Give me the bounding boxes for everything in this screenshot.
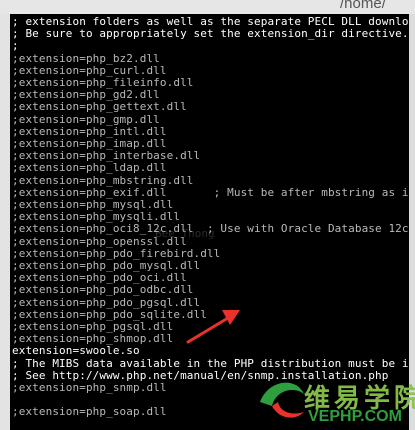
- terminal-line: ;extension=php_soap.dll: [12, 405, 167, 419]
- terminal-line: ;extension=php_pdo_firebird.dll: [12, 246, 221, 260]
- terminal-line: ;extension=php_mbstring.dll: [12, 173, 194, 187]
- terminal-line: ;extension=php_intl.dll: [12, 124, 167, 138]
- watermark-english-text: VEPHP.COM: [308, 408, 402, 425]
- window-path: /home/: [340, 0, 386, 12]
- terminal-line: ; extension folders as well as the separ…: [12, 15, 415, 28]
- terminal-line: ;extension=php_gd2.dll: [12, 88, 160, 102]
- terminal-line: ;extension=php_mysqli.dll: [12, 210, 181, 224]
- terminal-line: ;extension=php_shmop.dll: [12, 332, 174, 346]
- terminal-line: ;extension=php_pdo_pgsql.dll: [12, 295, 201, 309]
- terminal-line: ; Be sure to appropriately set the exten…: [12, 27, 409, 41]
- terminal-line: ;extension=php_pdo_oci.dll: [12, 271, 187, 285]
- terminal-line: ;extension=php_openssl.dll: [12, 234, 187, 248]
- terminal-line: ;: [12, 39, 19, 53]
- terminal-line: ;extension=php_pgsql.dll: [12, 320, 174, 333]
- terminal-output[interactable]: Bee Thong ; extension folders as well as…: [10, 14, 415, 430]
- terminal-line: ;extension=php_fileinfo.dll: [12, 76, 194, 89]
- terminal-line: ;extension=php_pdo_odbc.dll: [12, 283, 194, 297]
- terminal-line: ; The MIBS data available in the PHP dis…: [12, 356, 415, 370]
- terminal-line: ;extension=php_pdo_sqlite.dll: [12, 307, 207, 321]
- terminal-line: ;extension=php_curl.dll: [12, 63, 167, 77]
- terminal-line: ;extension=php_exif.dll ; Must be after …: [12, 185, 415, 199]
- terminal-line: ;extension=php_snmp.dll: [12, 381, 167, 394]
- terminal-line: ;extension=php_gettext.dll: [12, 100, 187, 114]
- terminal-line: ;extension=php_interbase.dll: [12, 149, 201, 163]
- vephp-watermark: 维易学院 VEPHP.COM: [258, 372, 415, 430]
- terminal-line: ;extension=php_ldap.dll: [12, 161, 167, 175]
- window-titlebar: /home/: [0, 0, 415, 14]
- terminal-scrollbar[interactable]: [409, 14, 415, 430]
- terminal-line: extension=swoole.so: [12, 344, 140, 358]
- terminal-line: ;extension=php_gmp.dll: [12, 112, 160, 126]
- terminal-line: ;extension=php_oci8_12c.dll ; Use with O…: [12, 222, 409, 236]
- vephp-logo-icon: [260, 382, 304, 418]
- terminal-line: ;extension=php_imap.dll: [12, 137, 167, 150]
- terminal-line: ;extension=php_mysql.dll: [12, 198, 174, 211]
- terminal-line: ;extension=php_bz2.dll: [12, 51, 160, 65]
- window-left-border: [0, 14, 10, 430]
- terminal-line: ;extension=php_pdo_mysql.dll: [12, 259, 201, 272]
